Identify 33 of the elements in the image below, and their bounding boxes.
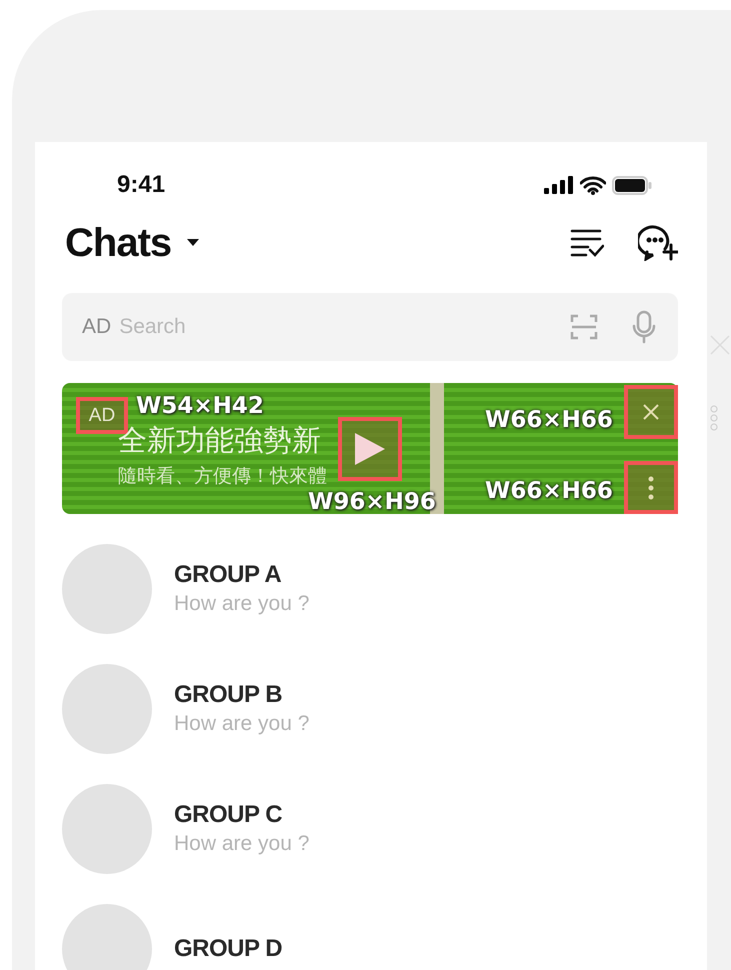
highlight-frame (624, 385, 678, 439)
message-preview: How are you ? (174, 592, 310, 616)
size-label: W66×H66 (485, 407, 613, 433)
highlight-frame (624, 461, 678, 514)
dropdown-caret-icon[interactable] (187, 239, 200, 247)
screen-title: Chats (65, 220, 172, 266)
more-icon (648, 476, 654, 500)
more-icon (710, 405, 718, 431)
chat-name[interactable]: GROUP B (174, 682, 310, 708)
play-icon (353, 431, 387, 467)
wifi-icon (580, 176, 606, 194)
close-icon (642, 403, 660, 421)
new-chat-icon[interactable] (638, 225, 678, 261)
close-button[interactable] (628, 389, 674, 435)
size-label: W66×H66 (485, 478, 613, 504)
message-preview: How are you ? (174, 712, 310, 736)
chat-name[interactable]: GROUP D (174, 936, 282, 962)
battery-icon (612, 176, 652, 194)
chat-name[interactable]: GROUP A (174, 562, 310, 588)
more-button[interactable] (628, 465, 674, 511)
checklist-icon[interactable] (570, 228, 604, 258)
message-preview: How are you ? (174, 832, 310, 856)
search-input[interactable]: Search (117, 314, 570, 340)
signal-icon (544, 176, 574, 194)
highlight-frame (338, 417, 402, 481)
scan-icon[interactable] (570, 314, 598, 340)
status-time: 9:41 (117, 171, 166, 199)
play-button[interactable] (342, 421, 398, 477)
chat-name[interactable]: GROUP C (174, 802, 310, 828)
size-label: W54×H42 (136, 393, 264, 419)
ad-label: AD (82, 315, 112, 339)
ad-subline: 隨時看、方便傳！快來體 (118, 465, 327, 489)
microphone-icon[interactable] (632, 310, 656, 344)
